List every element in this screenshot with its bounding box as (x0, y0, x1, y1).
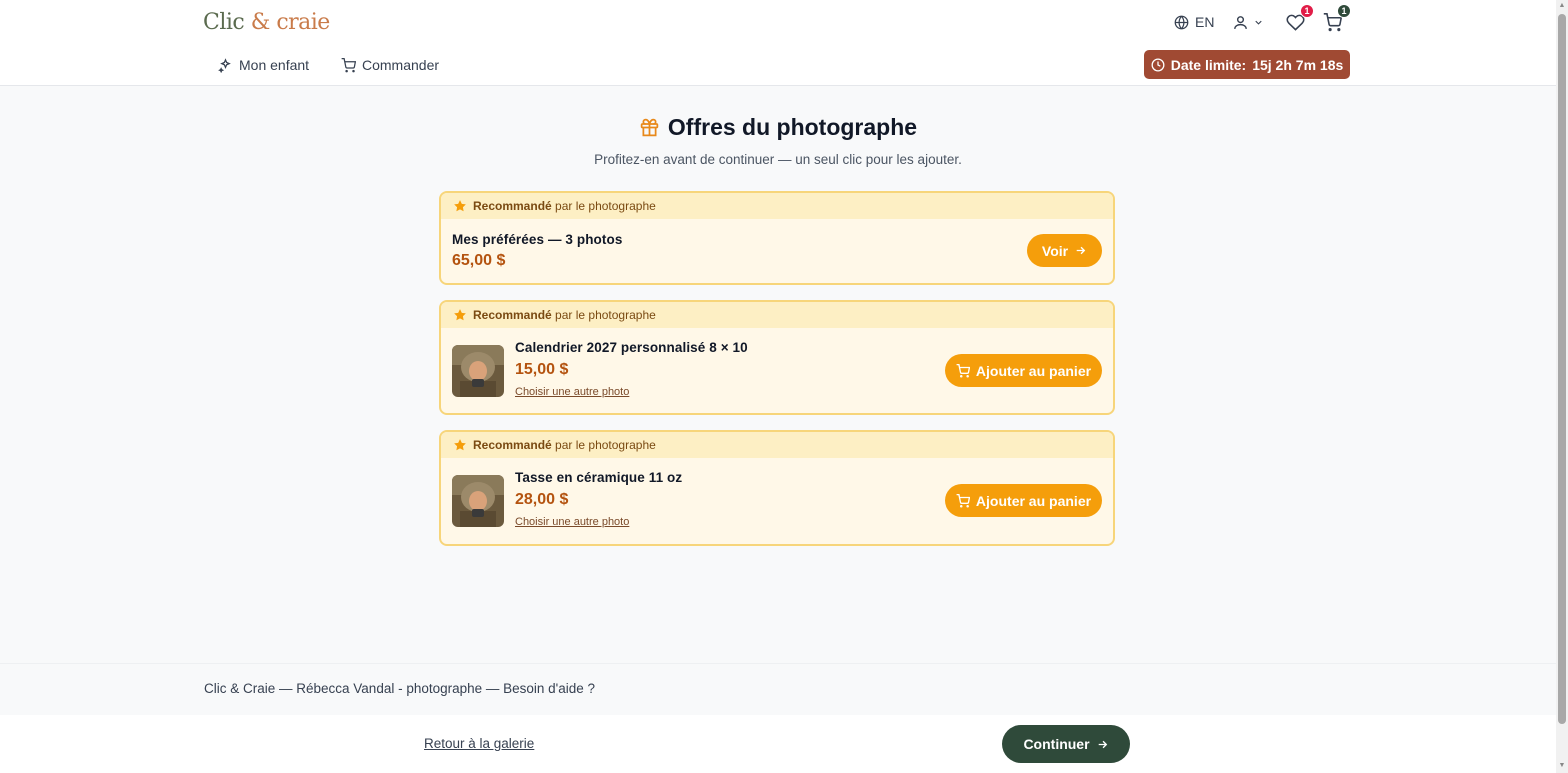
favorites-badge: 1 (1300, 4, 1314, 18)
add-to-cart-label: Ajouter au panier (975, 492, 1092, 509)
continue-button[interactable]: Continuer (1002, 725, 1130, 763)
continue-label: Continuer (1023, 736, 1090, 752)
clock-icon (1151, 58, 1165, 71)
cart-badge: 1 (1337, 4, 1351, 18)
scroll-down-arrow-icon[interactable]: ▼ (1558, 762, 1566, 770)
account-menu[interactable] (1232, 0, 1264, 44)
page-subtitle: Profitez‑en avant de continuer — un seul… (594, 152, 962, 167)
offer-name: Tasse en céramique 11 oz (515, 470, 683, 485)
offer-name: Calendrier 2027 personnalisé 8 × 10 (515, 340, 748, 355)
page-title: Offres du photographe (0, 114, 1556, 141)
back-to-gallery-link[interactable]: Retour à la galerie (424, 736, 534, 751)
nav-label-mon-enfant: Mon enfant (239, 57, 310, 73)
scroll-up-arrow-icon[interactable]: ▲ (1558, 2, 1566, 10)
offer-card: Recommandé par le photographe Mes préfér… (439, 191, 1115, 285)
bottom-action-bar: Retour à la galerie Continuer (0, 715, 1556, 773)
page-scrollbar[interactable]: ▲ ▼ (1556, 0, 1568, 773)
choose-other-photo-link[interactable]: Choisir une autre photo (515, 386, 629, 398)
nav-label-commander: Commander (362, 57, 440, 73)
arrow-right-icon (1098, 740, 1107, 748)
child-photo-image (452, 345, 504, 397)
star-icon (454, 200, 466, 212)
deadline-value: 15j 2h 7m 18s (1252, 56, 1344, 73)
offer-badge-bold: Recommandé (473, 199, 552, 213)
product-photo-thumbnail[interactable] (452, 475, 504, 527)
chevron-down-icon (1255, 20, 1262, 25)
offer-price: 15,00 $ (515, 361, 569, 378)
footer-text: Clic & Craie — Rébecca Vandal - photogra… (204, 681, 596, 696)
deadline-label: Date limite: (1170, 56, 1247, 73)
scrollbar-thumb[interactable] (1558, 14, 1566, 724)
logo-part1: Clic (203, 10, 245, 35)
nav-item-commander[interactable]: Commander (341, 44, 439, 86)
offer-price: 65,00 $ (452, 252, 506, 269)
view-offer-button[interactable]: Voir (1027, 234, 1102, 267)
star-icon (454, 439, 466, 451)
add-to-cart-label: Ajouter au panier (975, 362, 1092, 379)
offer-card: Recommandé par le photographe Calendrier… (439, 300, 1115, 415)
gift-icon (640, 118, 659, 137)
favorites-button[interactable]: 1 (1286, 0, 1314, 44)
nav-item-mon-enfant[interactable]: Mon enfant (218, 44, 309, 86)
logo-part2: craie (276, 10, 330, 35)
offer-recommended-banner: Recommandé par le photographe (441, 302, 1113, 328)
page-title-text: Offres du photographe (667, 114, 918, 140)
choose-other-photo-link[interactable]: Choisir une autre photo (515, 516, 629, 528)
sub-navbar: Mon enfant Commander Date limite: 15j 2h… (0, 44, 1556, 86)
cart-icon (956, 493, 970, 508)
logo[interactable]: Clic & craie (203, 10, 330, 35)
cart-icon (956, 363, 970, 378)
product-photo-thumbnail[interactable] (452, 345, 504, 397)
offer-badge-rest: par le photographe (555, 308, 656, 322)
sparkles-icon (218, 57, 231, 73)
child-photo-image (452, 475, 504, 527)
cart-button[interactable]: 1 (1323, 0, 1351, 44)
globe-icon (1174, 15, 1189, 29)
footer: Clic & Craie — Rébecca Vandal - photogra… (0, 663, 1556, 715)
add-to-cart-button[interactable]: Ajouter au panier (945, 354, 1102, 387)
offer-price: 28,00 $ (515, 491, 569, 508)
deadline-badge: Date limite: 15j 2h 7m 18s (1144, 50, 1350, 79)
language-switcher[interactable]: EN (1174, 0, 1214, 44)
user-icon (1234, 15, 1247, 29)
offer-badge-bold: Recommandé (473, 308, 552, 322)
cart-icon (341, 57, 356, 72)
offer-badge-bold: Recommandé (473, 438, 552, 452)
view-offer-label: Voir (1041, 242, 1069, 259)
offer-card: Recommandé par le photographe Tasse en c… (439, 430, 1115, 546)
offer-recommended-banner: Recommandé par le photographe (441, 432, 1113, 458)
offer-badge-rest: par le photographe (555, 199, 656, 213)
language-label: EN (1195, 14, 1215, 30)
logo-amp: & (244, 10, 277, 35)
star-icon (454, 309, 466, 321)
offer-badge-rest: par le photographe (555, 438, 656, 452)
offer-recommended-banner: Recommandé par le photographe (441, 193, 1113, 219)
add-to-cart-button[interactable]: Ajouter au panier (945, 484, 1102, 517)
arrow-right-icon (1076, 246, 1086, 255)
top-header: Clic & craie EN 1 1 (0, 0, 1556, 44)
offer-name: Mes préférées — 3 photos (452, 232, 623, 247)
